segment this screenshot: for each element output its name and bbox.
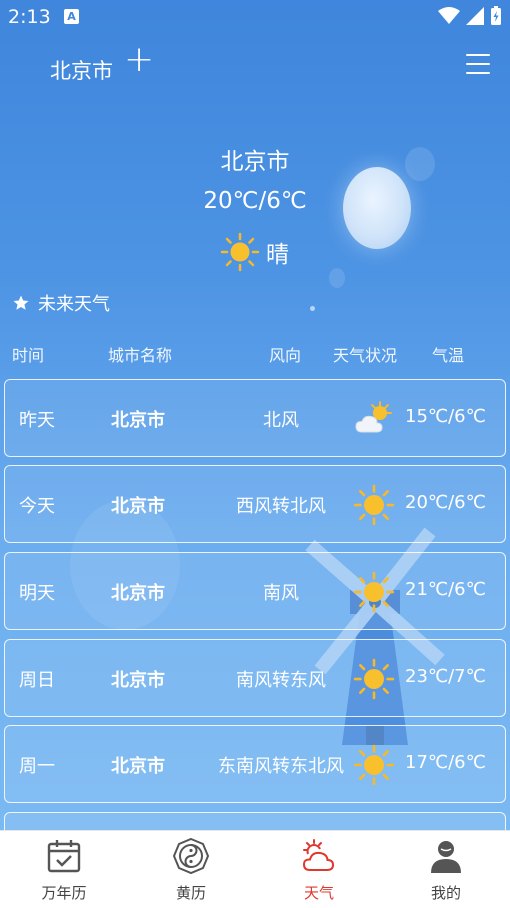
weather-icon: [302, 839, 335, 871]
decor-bubble: [310, 306, 315, 311]
nav-label: 万年历: [41, 884, 87, 902]
decor-bubble: [329, 268, 345, 288]
add-city-button[interactable]: +: [124, 42, 154, 78]
nav-label: 黄历: [175, 884, 206, 902]
row-day: 昨天: [19, 410, 55, 431]
nav-calendar[interactable]: 万年历: [0, 831, 128, 908]
sun-icon: [353, 484, 395, 526]
keyboard-a-icon: A: [64, 9, 79, 24]
col-wind: 风向: [269, 346, 302, 365]
signal-icon: [466, 7, 484, 25]
row-day: 周一: [19, 756, 55, 777]
row-wind: 南风: [263, 583, 299, 604]
nav-weather[interactable]: 天气: [255, 831, 383, 908]
row-city: 北京市: [111, 410, 165, 431]
bottom-nav: 万年历 黄历 天气 我的: [0, 830, 510, 908]
sun-icon: [353, 744, 395, 786]
forecast-row[interactable]: 周日 北京市 南风转东风 23℃/7℃: [4, 639, 506, 717]
system-icons: [438, 6, 502, 26]
future-weather-label: 未来天气: [38, 294, 110, 315]
nav-almanac[interactable]: 黄历: [127, 831, 255, 908]
row-temp: 17℃/6℃: [405, 752, 486, 773]
city-title[interactable]: 北京市: [50, 55, 113, 85]
menu-icon[interactable]: [466, 54, 490, 74]
future-weather-heading: 未来天气: [12, 290, 110, 316]
user-icon: [431, 841, 461, 873]
battery-icon: [491, 6, 501, 25]
nav-profile[interactable]: 我的: [382, 831, 510, 908]
row-day: 明天: [19, 583, 55, 604]
forecast-row[interactable]: 明天 北京市 南风 21℃/6℃: [4, 552, 506, 630]
sun-icon: [353, 571, 395, 613]
hero-condition-text: 晴: [266, 242, 289, 268]
taiji-icon: [172, 837, 210, 875]
row-city: 北京市: [111, 756, 165, 777]
row-temp: 21℃/6℃: [405, 579, 486, 600]
hero-city: 北京市: [220, 149, 290, 175]
status-bar: 2:13 A: [0, 0, 510, 34]
forecast-row[interactable]: 今天 北京市 西风转北风 20℃/6℃: [4, 465, 506, 543]
nav-label: 天气: [303, 884, 334, 902]
row-wind: 东南风转东北风: [218, 756, 344, 777]
wifi-icon: [438, 7, 460, 24]
star-icon: [13, 295, 29, 310]
hero-temperature: 20℃/6℃: [203, 188, 307, 214]
top-bar: 北京市 +: [0, 40, 510, 96]
row-wind: 南风转东风: [236, 670, 326, 691]
row-city: 北京市: [111, 496, 165, 517]
status-time: 2:13: [8, 6, 51, 28]
forecast-row[interactable]: 昨天 北京市 北风 15℃/6℃: [4, 379, 506, 457]
col-time: 时间: [12, 346, 45, 365]
row-day: 今天: [19, 496, 55, 517]
row-wind: 西风转北风: [236, 496, 326, 517]
sun-icon: [220, 232, 260, 272]
row-temp: 15℃/6℃: [405, 406, 486, 427]
row-city: 北京市: [111, 583, 165, 604]
row-day: 周日: [19, 670, 55, 691]
row-temp: 20℃/6℃: [405, 492, 486, 513]
nav-label: 我的: [430, 884, 461, 902]
row-wind: 北风: [263, 410, 299, 431]
sun-icon: [353, 658, 395, 700]
col-temp: 气温: [432, 346, 465, 365]
forecast-row[interactable]: 周一 北京市 东南风转东北风 17℃/6℃: [4, 725, 506, 803]
col-condition: 天气状况: [333, 346, 398, 365]
calendar-icon: [47, 840, 81, 873]
partly-cloudy-icon: [355, 401, 392, 433]
hero-condition: 晴: [220, 232, 289, 272]
row-city: 北京市: [111, 670, 165, 691]
row-temp: 23℃/7℃: [405, 666, 486, 687]
col-city: 城市名称: [108, 346, 173, 365]
